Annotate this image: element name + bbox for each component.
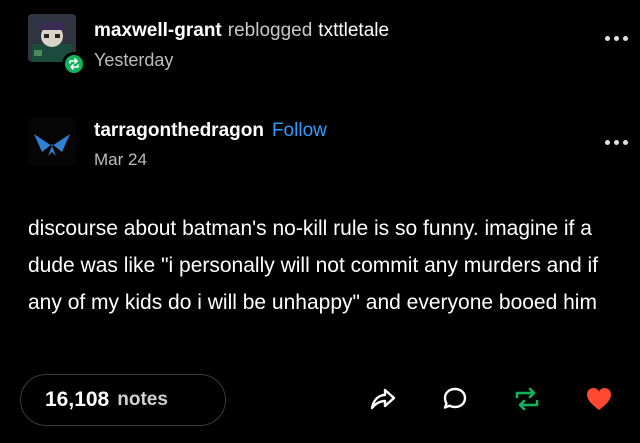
reply-icon[interactable] — [440, 384, 470, 414]
post-body-text: discourse about batman's no-kill rule is… — [28, 217, 599, 314]
follow-button[interactable]: Follow — [272, 120, 327, 141]
reblogger-username[interactable]: maxwell-grant — [94, 20, 222, 41]
post-author-avatar[interactable] — [28, 118, 76, 166]
reblog-header: maxwell-grant reblogged txttletale Yesterd… — [28, 14, 628, 76]
post-author-line: tarragonthedragon Follow — [94, 120, 327, 142]
post-date[interactable]: Mar 24 — [94, 150, 147, 170]
post-author-username[interactable]: tarragonthedragon — [94, 120, 264, 141]
reblog-verb: reblogged — [227, 20, 313, 41]
post-header: tarragonthedragon Follow Mar 24 — [28, 118, 628, 178]
post-footer: 16,108 notes — [20, 374, 620, 430]
reblog-icon — [69, 58, 79, 70]
heart-icon[interactable] — [584, 384, 614, 414]
notes-label: notes — [117, 389, 168, 410]
more-icon[interactable] — [605, 140, 628, 145]
more-icon[interactable] — [605, 36, 628, 41]
share-icon[interactable] — [368, 384, 398, 414]
reblog-line: maxwell-grant reblogged txttletale — [94, 20, 389, 42]
reblog-icon[interactable] — [512, 384, 542, 414]
reblog-badge — [62, 52, 86, 76]
reblog-timestamp[interactable]: Yesterday — [94, 50, 173, 71]
reblog-source-username[interactable]: txttletale — [318, 20, 389, 41]
nightwing-logo-icon — [34, 134, 70, 156]
notes-button[interactable]: 16,108 notes — [20, 374, 226, 426]
notes-count: 16,108 — [45, 388, 110, 411]
post-actions — [368, 384, 614, 414]
